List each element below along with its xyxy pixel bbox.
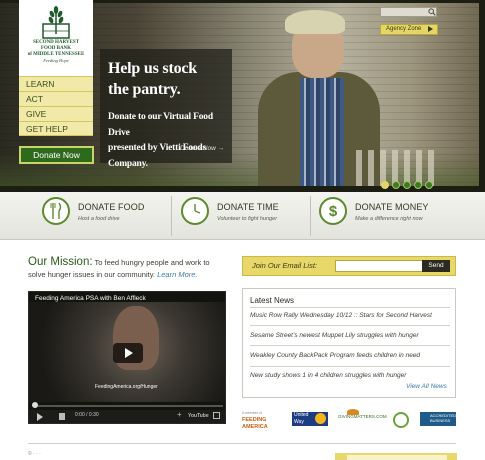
donate-now-button[interactable]: Donate Now [19, 146, 94, 164]
donate-money-title[interactable]: DONATE MONEY [355, 202, 429, 213]
nav-item-get-help[interactable]: GET HELP [19, 121, 93, 136]
email-field[interactable] [335, 260, 423, 272]
email-label: Join Our Email List: [252, 261, 318, 270]
footer-search-input[interactable] [347, 455, 447, 460]
news-item[interactable]: New study shows 1 in 4 children struggle… [250, 372, 450, 379]
slider-dot-5[interactable] [425, 181, 433, 189]
volume-icon[interactable] [59, 413, 65, 420]
video-progress-bar[interactable] [33, 405, 223, 407]
video-player[interactable]: Feeding America PSA with Ben Affleck Fee… [28, 291, 226, 424]
footer-text: © · · · [28, 451, 41, 457]
united-way-hand-icon [315, 413, 326, 424]
play-button-icon[interactable] [113, 343, 143, 363]
donate-time-title[interactable]: DONATE TIME [217, 202, 279, 213]
add-icon[interactable]: + [177, 410, 182, 419]
slider-dots [381, 181, 433, 189]
food-bowl-icon[interactable] [42, 197, 70, 225]
latest-news-title: Latest News [250, 296, 295, 305]
news-divider [250, 345, 450, 346]
view-all-news-link[interactable]: View All News [406, 383, 447, 390]
mission-statement: Our Mission: To feed hungry people and w… [28, 256, 228, 281]
news-divider [250, 325, 450, 326]
slider-dot-2[interactable] [392, 181, 400, 189]
services-divider [171, 196, 172, 236]
clock-icon[interactable] [181, 197, 209, 225]
fullscreen-icon[interactable] [213, 412, 220, 419]
hero-subtext-line3: Company. [108, 158, 148, 169]
homepage: SECOND HARVEST FOOD BANK of MIDDLE TENNE… [0, 0, 485, 460]
footer-divider [28, 443, 456, 444]
news-divider [250, 307, 450, 308]
feeding-america-logo[interactable]: A member of FEEDING AMERICA [242, 410, 268, 431]
learn-more-link[interactable]: Learn More. [157, 270, 197, 279]
search-icon[interactable] [428, 8, 436, 16]
services-divider [310, 196, 311, 236]
hero-subtext-line1: Donate to our Virtual Food Drive [108, 112, 213, 138]
news-item[interactable]: Weakley County BackPack Program feeds ch… [250, 352, 450, 359]
hero-donate-link[interactable]: Donate Now → [180, 145, 224, 152]
donate-money-subtitle: Make a difference right now [355, 216, 423, 222]
mission-heading: Our Mission: [28, 256, 93, 268]
slider-dot-4[interactable] [414, 181, 422, 189]
hero-headline: Help us stock the pantry. [108, 58, 228, 100]
logo-tagline: Feeding Hope [43, 58, 69, 63]
video-watermark: FeedingAmerica.org/Hunger [95, 384, 158, 390]
donate-food-subtitle: Host a food drive [78, 216, 120, 222]
nav-item-learn[interactable]: LEARN [19, 76, 93, 91]
news-item[interactable]: Music Row Rally Wednesday 10/12 :: Stars… [250, 312, 450, 319]
wheat-logo-icon [39, 4, 73, 40]
video-time: 0:00 / 0:30 [75, 412, 99, 418]
news-divider [250, 366, 450, 367]
slider-dot-1[interactable] [381, 181, 389, 189]
hero-subtext: Donate to our Virtual Food Drive present… [108, 110, 230, 172]
donate-time-subtitle: Volunteer to fight hunger [217, 216, 278, 222]
site-logo[interactable]: SECOND HARVEST FOOD BANK of MIDDLE TENNE… [19, 0, 93, 76]
video-scrubber[interactable] [32, 402, 38, 408]
youtube-logo[interactable]: YouTube [188, 413, 209, 419]
main-nav: LEARN ACT GIVE GET HELP [19, 76, 93, 136]
news-item[interactable]: Sesame Street’s newest Muppet Lily strug… [250, 332, 450, 339]
green-seal-icon[interactable] [393, 412, 409, 428]
play-icon[interactable] [37, 413, 43, 421]
svg-text:$: $ [329, 203, 338, 220]
slider-dot-3[interactable] [403, 181, 411, 189]
donate-food-title[interactable]: DONATE FOOD [78, 202, 144, 213]
hero-headline-line2: the pantry. [108, 81, 181, 98]
nav-item-act[interactable]: ACT [19, 91, 93, 106]
dollar-icon[interactable]: $ [319, 197, 347, 225]
video-title[interactable]: Feeding America PSA with Ben Affleck [35, 295, 146, 302]
play-arrow-icon [428, 26, 433, 32]
bbb-accredited-logo[interactable]: ACCREDITED BUSINESS [420, 412, 456, 426]
partner-logos: A member of FEEDING AMERICA United Way G… [242, 409, 458, 434]
hero-headline-line1: Help us stock [108, 60, 197, 77]
nav-item-give[interactable]: GIVE [19, 106, 93, 121]
giving-matters-logo[interactable]: GIVINGMATTERS.COM [338, 414, 387, 419]
send-button[interactable]: Send [422, 260, 450, 272]
